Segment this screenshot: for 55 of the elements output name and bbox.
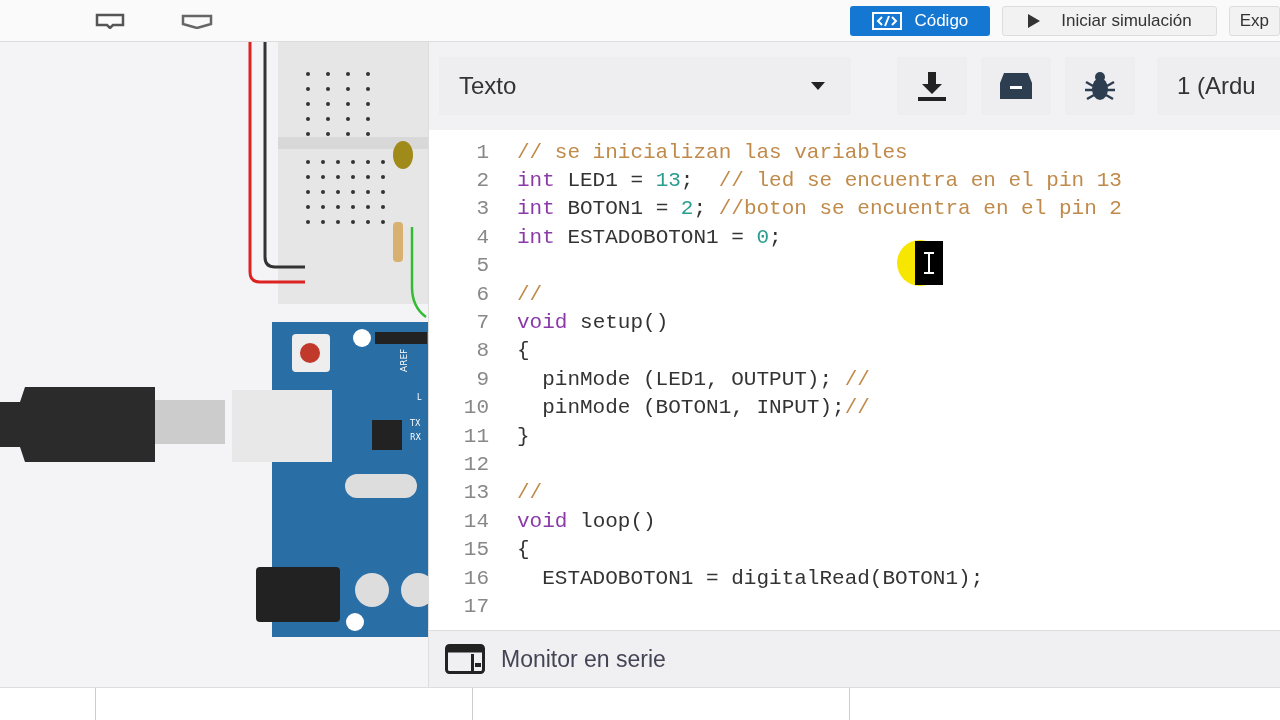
code-line: int LED1 = 13; // led se encuentra en el pin 13 (517, 169, 1122, 193)
line-number: 13 (462, 481, 490, 505)
line-number: 2 (475, 169, 490, 193)
download-button[interactable] (897, 57, 967, 115)
line-number: 1 (475, 140, 490, 164)
play-icon (1027, 12, 1042, 29)
code-line: { (517, 538, 530, 562)
code-line: // se inicializan las variables (517, 140, 908, 164)
line-number: 11 (462, 424, 490, 448)
line-number: 17 (462, 594, 490, 618)
line-number: 6 (475, 282, 490, 306)
code-line: // (517, 481, 543, 505)
mode-dropdown[interactable]: Texto (439, 57, 851, 115)
bug-icon (1084, 70, 1116, 102)
board-dropdown[interactable]: 1 (Ardu (1157, 57, 1280, 115)
code-line: } (517, 424, 530, 448)
code-line: { (517, 339, 530, 363)
archive-box-icon (999, 71, 1033, 101)
window-icon (445, 644, 485, 674)
serial-monitor-bar[interactable]: Monitor en serie (429, 630, 1280, 687)
start-simulation-button[interactable]: Iniciar simulación (1002, 5, 1217, 36)
code-line: // (517, 282, 543, 306)
line-number: 9 (475, 367, 490, 391)
comment-icon[interactable] (95, 12, 125, 29)
line-number: 10 (462, 396, 490, 420)
caret-icon (811, 82, 825, 90)
code-line: void loop() (517, 509, 656, 533)
line-number: 7 (475, 311, 490, 335)
code-icon (872, 11, 903, 30)
line-number: 14 (462, 509, 490, 533)
code-button[interactable]: Código (850, 5, 991, 36)
board-label: TX (410, 419, 421, 428)
code-line: pinMode (BOTON1, INPUT);// (541, 396, 870, 420)
line-number: 8 (475, 339, 490, 363)
line-number: 4 (475, 225, 490, 249)
line-number: 3 (475, 197, 490, 221)
line-number: 12 (462, 453, 490, 476)
text-cursor-icon (915, 241, 943, 285)
download-icon (915, 70, 949, 102)
line-number: 5 (475, 254, 490, 278)
component-icon[interactable] (180, 12, 214, 29)
serial-monitor-label: Monitor en serie (501, 645, 666, 673)
board-label: AREF (399, 348, 409, 372)
debugger-button[interactable] (1065, 57, 1135, 115)
code-line: int BOTON1 = 2; //boton se encuentra en el pin 2 (517, 197, 1122, 221)
line-number: 16 (462, 566, 490, 590)
export-button[interactable]: Exp (1228, 5, 1280, 36)
code-line: ESTADOBOTON1 = digitalRead(BOTON1); (541, 566, 984, 590)
line-number: 15 (462, 538, 490, 562)
board-label: RX (410, 433, 422, 442)
code-line: pinMode (LED1, OUTPUT); // (541, 367, 870, 391)
code-line: void setup() (517, 311, 669, 335)
library-button[interactable] (981, 57, 1051, 115)
code-line: int ESTADOBOTON1 = 0; (517, 225, 782, 249)
board-label: L (417, 393, 422, 402)
